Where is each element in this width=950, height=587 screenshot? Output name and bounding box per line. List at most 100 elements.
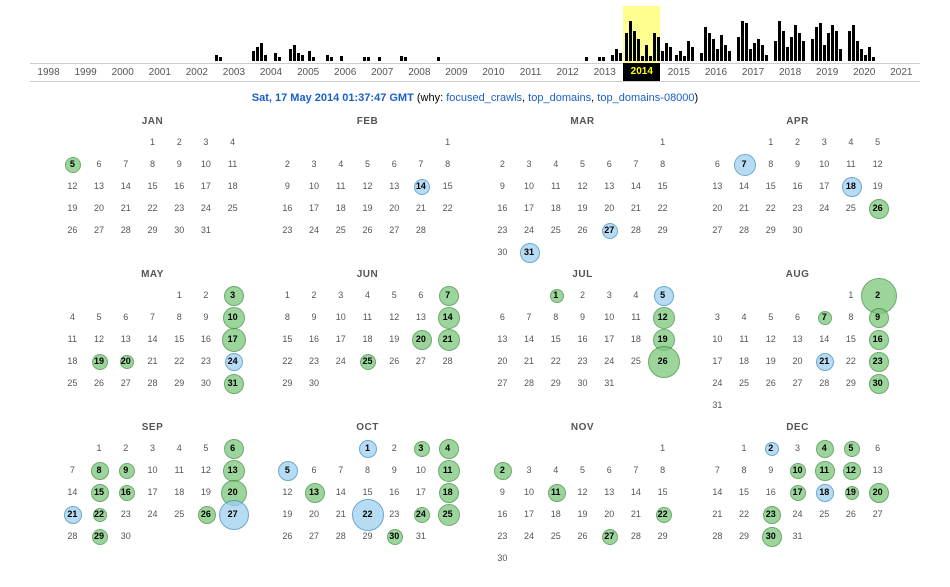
day-number[interactable]: 22	[658, 509, 668, 519]
calendar-day[interactable]: 20	[117, 352, 135, 370]
day-number[interactable]: 4	[445, 443, 450, 453]
day-number[interactable]: 30	[873, 378, 883, 388]
day-number[interactable]: 17	[228, 334, 238, 344]
timeline-year-2007[interactable]: 2007	[364, 63, 401, 81]
calendar-day[interactable]: 8	[90, 461, 108, 479]
day-number[interactable]: 5	[848, 443, 853, 453]
day-number[interactable]: 20	[873, 487, 883, 497]
day-number[interactable]: 25	[443, 509, 453, 519]
calendar-day[interactable]: 30	[869, 374, 887, 392]
timeline-year-2016[interactable]: 2016	[697, 63, 734, 81]
day-number[interactable]: 7	[445, 290, 450, 300]
day-number[interactable]: 23	[766, 509, 776, 519]
calendar-day[interactable]: 27	[224, 505, 242, 523]
day-number[interactable]: 29	[94, 531, 104, 541]
calendar-day[interactable]: 31	[224, 374, 242, 392]
calendar-day[interactable]: 17	[788, 483, 806, 501]
calendar-day[interactable]: 2	[869, 286, 887, 304]
timeline-year-2006[interactable]: 2006	[327, 63, 364, 81]
day-number[interactable]: 14	[416, 181, 426, 191]
calendar-day[interactable]: 11	[815, 461, 833, 479]
timeline-year-2018[interactable]: 2018	[772, 63, 809, 81]
calendar-day[interactable]: 2	[493, 461, 511, 479]
calendar-day[interactable]: 21	[815, 352, 833, 370]
calendar-day[interactable]: 19	[90, 352, 108, 370]
calendar-day[interactable]: 20	[869, 483, 887, 501]
why-link[interactable]: top_domains	[528, 92, 591, 104]
day-number[interactable]: 26	[873, 203, 883, 213]
timeline-year-2013[interactable]: 2013	[586, 63, 623, 81]
day-number[interactable]: 7	[822, 312, 827, 322]
calendar-day[interactable]: 24	[224, 352, 242, 370]
calendar-day[interactable]: 23	[762, 505, 780, 523]
day-number[interactable]: 10	[228, 312, 238, 322]
calendar-day[interactable]: 14	[412, 177, 430, 195]
day-number[interactable]: 14	[443, 312, 453, 322]
calendar-day[interactable]: 5	[63, 155, 81, 173]
day-number[interactable]: 24	[228, 356, 238, 366]
calendar-day[interactable]: 26	[197, 505, 215, 523]
calendar-day[interactable]: 3	[412, 439, 430, 457]
day-number[interactable]: 18	[819, 487, 829, 497]
calendar-day[interactable]: 21	[63, 505, 81, 523]
day-number[interactable]: 11	[443, 465, 453, 475]
calendar-day[interactable]: 12	[842, 461, 860, 479]
calendar-day[interactable]: 4	[439, 439, 457, 457]
day-number[interactable]: 16	[121, 487, 131, 497]
calendar-day[interactable]: 22	[654, 505, 672, 523]
day-number[interactable]: 10	[792, 465, 802, 475]
calendar-day[interactable]: 24	[412, 505, 430, 523]
calendar-day[interactable]: 12	[654, 308, 672, 326]
calendar-day[interactable]: 23	[869, 352, 887, 370]
calendar-day[interactable]: 9	[117, 461, 135, 479]
calendar-day[interactable]: 15	[90, 483, 108, 501]
day-number[interactable]: 3	[230, 290, 235, 300]
day-number[interactable]: 6	[230, 443, 235, 453]
day-number[interactable]: 20	[228, 487, 238, 497]
day-number[interactable]: 1	[365, 443, 370, 453]
day-number[interactable]: 30	[389, 531, 399, 541]
day-number[interactable]: 5	[660, 290, 665, 300]
timeline-year-2000[interactable]: 2000	[104, 63, 141, 81]
calendar-day[interactable]: 5	[842, 439, 860, 457]
day-number[interactable]: 23	[873, 356, 883, 366]
calendar-day[interactable]: 11	[439, 461, 457, 479]
calendar-day[interactable]: 26	[654, 352, 672, 370]
day-number[interactable]: 27	[604, 531, 614, 541]
day-number[interactable]: 31	[524, 247, 534, 257]
calendar-day[interactable]: 10	[788, 461, 806, 479]
calendar-day[interactable]: 5	[278, 461, 296, 479]
calendar-day[interactable]: 9	[869, 308, 887, 326]
calendar-day[interactable]: 16	[869, 330, 887, 348]
why-link[interactable]: focused_crawls	[446, 92, 522, 104]
calendar-day[interactable]: 1	[358, 439, 376, 457]
day-number[interactable]: 16	[873, 334, 883, 344]
day-number[interactable]: 13	[228, 465, 238, 475]
day-number[interactable]: 4	[822, 443, 827, 453]
day-number[interactable]: 2	[500, 465, 505, 475]
calendar-day[interactable]: 13	[224, 461, 242, 479]
calendar-day[interactable]: 14	[439, 308, 457, 326]
calendar-day[interactable]: 2	[762, 439, 780, 457]
day-number[interactable]: 21	[819, 356, 829, 366]
day-number[interactable]: 30	[766, 531, 776, 541]
day-number[interactable]: 15	[94, 487, 104, 497]
timeline-year-2014[interactable]: 2014	[623, 63, 660, 81]
calendar-day[interactable]: 20	[412, 330, 430, 348]
calendar-day[interactable]: 27	[600, 221, 618, 239]
day-number[interactable]: 19	[94, 356, 104, 366]
timeline-year-2009[interactable]: 2009	[438, 63, 475, 81]
day-number[interactable]: 21	[67, 509, 77, 519]
calendar-day[interactable]: 26	[869, 199, 887, 217]
calendar-day[interactable]: 30	[762, 527, 780, 545]
calendar-day[interactable]: 20	[224, 483, 242, 501]
calendar-day[interactable]: 21	[439, 330, 457, 348]
calendar-day[interactable]: 7	[735, 155, 753, 173]
day-number[interactable]: 19	[846, 487, 856, 497]
timeline-year-2005[interactable]: 2005	[290, 63, 327, 81]
calendar-day[interactable]: 19	[842, 483, 860, 501]
timeline-year-2004[interactable]: 2004	[252, 63, 289, 81]
timeline-year-2011[interactable]: 2011	[512, 63, 549, 81]
day-number[interactable]: 11	[551, 487, 561, 497]
day-number[interactable]: 7	[742, 159, 747, 169]
